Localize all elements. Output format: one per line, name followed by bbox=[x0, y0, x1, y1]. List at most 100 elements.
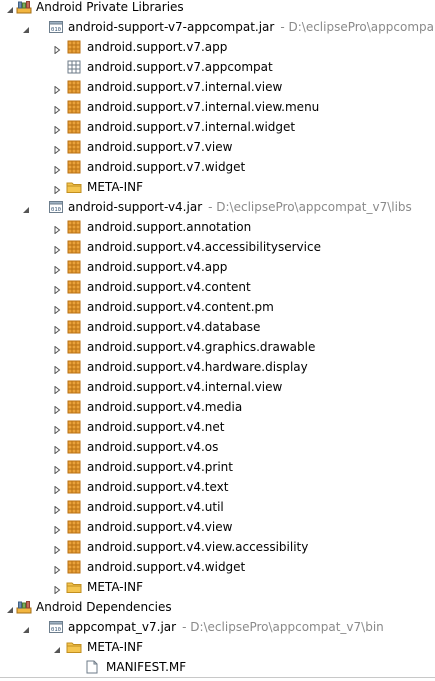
tree-item-folder[interactable]: META-INF bbox=[0, 637, 435, 657]
tree-item-folder[interactable]: META-INF bbox=[0, 577, 435, 597]
tree-item-package[interactable]: android.support.v4.accessibilityservice bbox=[0, 237, 435, 257]
collapsed-arrow-icon[interactable] bbox=[53, 263, 61, 275]
tree-item-package[interactable]: android.support.v4.widget bbox=[0, 557, 435, 577]
collapsed-arrow-icon[interactable] bbox=[53, 363, 61, 375]
tree-item-library[interactable]: Android Private Libraries bbox=[0, 0, 435, 17]
tree-item-package[interactable]: android.support.v4.os bbox=[0, 437, 435, 457]
collapsed-arrow-icon[interactable] bbox=[53, 183, 61, 195]
tree-item-package[interactable]: android.support.v4.print bbox=[0, 457, 435, 477]
expanded-arrow-icon[interactable] bbox=[6, 3, 14, 13]
collapsed-arrow-icon[interactable] bbox=[53, 103, 61, 115]
tree-item-label-wrap: android.support.v4.util bbox=[87, 499, 224, 515]
tree-item-package[interactable]: android.support.v7.internal.view bbox=[0, 77, 435, 97]
expanded-arrow-icon[interactable] bbox=[22, 203, 30, 213]
tree-item-package[interactable]: android.support.v7.app bbox=[0, 37, 435, 57]
collapsed-arrow-icon[interactable] bbox=[53, 483, 61, 495]
tree-bottom-edge bbox=[0, 677, 435, 678]
tree-item-label: appcompat_v7.jar bbox=[68, 620, 177, 634]
tree-item-label: android.support.v4.util bbox=[87, 500, 224, 514]
package-icon bbox=[66, 140, 82, 154]
tree-item-label-wrap: android.support.v4.view.accessibility bbox=[87, 539, 308, 555]
tree-item-label-wrap: android.support.v4.view bbox=[87, 519, 232, 535]
tree-item-label: android.support.v4.hardware.display bbox=[87, 360, 308, 374]
tree-item-label: android-support-v4.jar bbox=[68, 200, 203, 214]
collapsed-arrow-icon[interactable] bbox=[53, 323, 61, 335]
tree-item-label-wrap: android.support.v4.content bbox=[87, 279, 251, 295]
tree-item-jar[interactable]: 010 android-support-v7-appcompat.jar - D:\… bbox=[0, 17, 435, 37]
tree-item-package[interactable]: android.support.v4.database bbox=[0, 317, 435, 337]
collapsed-arrow-icon[interactable] bbox=[53, 583, 61, 595]
tree-item-package[interactable]: android.support.v4.content bbox=[0, 277, 435, 297]
tree-item-label-wrap: android.support.v4.internal.view bbox=[87, 379, 282, 395]
tree-item-label: Android Private Libraries bbox=[36, 0, 184, 14]
package-icon bbox=[66, 260, 82, 274]
collapsed-arrow-icon[interactable] bbox=[53, 383, 61, 395]
tree-item-package[interactable]: android.support.v7.view bbox=[0, 137, 435, 157]
tree-item-package[interactable]: android.support.v4.content.pm bbox=[0, 297, 435, 317]
collapsed-arrow-icon[interactable] bbox=[53, 423, 61, 435]
tree-item-label: android.support.v4.view.accessibility bbox=[87, 540, 309, 554]
tree-item-package[interactable]: android.support.v4.view bbox=[0, 517, 435, 537]
collapsed-arrow-icon[interactable] bbox=[53, 403, 61, 415]
collapsed-arrow-icon[interactable] bbox=[53, 443, 61, 455]
tree-item-package[interactable]: android.support.v4.view.accessibility bbox=[0, 537, 435, 557]
tree-item-package[interactable]: android.support.v4.text bbox=[0, 477, 435, 497]
collapsed-arrow-icon[interactable] bbox=[53, 83, 61, 95]
tree-item-empty-package[interactable]: android.support.v7.appcompat bbox=[0, 57, 435, 77]
tree-item-label: android.support.v4.content bbox=[87, 280, 251, 294]
tree-item-jar[interactable]: 010 appcompat_v7.jar - D:\eclipsePro\appco… bbox=[0, 617, 435, 637]
tree-item-package[interactable]: android.support.v4.net bbox=[0, 417, 435, 437]
collapsed-arrow-icon[interactable] bbox=[53, 283, 61, 295]
package-icon bbox=[66, 340, 82, 354]
expanded-arrow-icon[interactable] bbox=[53, 643, 61, 653]
tree-item-file[interactable]: MANIFEST.MF bbox=[0, 657, 435, 677]
tree-item-label: android.support.v4.content.pm bbox=[87, 300, 274, 314]
tree-item-label: android.support.v4.app bbox=[87, 260, 228, 274]
tree-item-package[interactable]: android.support.v4.media bbox=[0, 397, 435, 417]
folder-icon bbox=[66, 580, 82, 594]
collapsed-arrow-icon[interactable] bbox=[53, 543, 61, 555]
expanded-arrow-icon[interactable] bbox=[6, 603, 14, 613]
package-icon bbox=[66, 420, 82, 434]
collapsed-arrow-icon[interactable] bbox=[53, 523, 61, 535]
svg-text:010: 010 bbox=[51, 27, 61, 33]
collapsed-arrow-icon[interactable] bbox=[53, 463, 61, 475]
tree-item-label: android.support.v4.accessibilityservice bbox=[87, 240, 321, 254]
collapsed-arrow-icon[interactable] bbox=[53, 163, 61, 175]
expanded-arrow-icon[interactable] bbox=[22, 623, 30, 633]
tree-item-label: android.support.v4.media bbox=[87, 400, 243, 414]
collapsed-arrow-icon[interactable] bbox=[53, 503, 61, 515]
tree-item-package[interactable]: android.support.v7.widget bbox=[0, 157, 435, 177]
tree-item-package[interactable]: android.support.v7.internal.view.menu bbox=[0, 97, 435, 117]
collapsed-arrow-icon[interactable] bbox=[53, 243, 61, 255]
tree-item-label-wrap: android.support.v4.text bbox=[87, 479, 228, 495]
collapsed-arrow-icon[interactable] bbox=[53, 563, 61, 575]
tree-item-label: android.support.v7.app bbox=[87, 40, 228, 54]
collapsed-arrow-icon[interactable] bbox=[53, 43, 61, 55]
package-icon bbox=[66, 240, 82, 254]
tree-item-package[interactable]: android.support.v4.util bbox=[0, 497, 435, 517]
tree-item-label: android.support.v4.os bbox=[87, 440, 219, 454]
tree-item-package[interactable]: android.support.v4.internal.view bbox=[0, 377, 435, 397]
tree-item-package[interactable]: android.support.v4.app bbox=[0, 257, 435, 277]
collapsed-arrow-icon[interactable] bbox=[53, 343, 61, 355]
tree-item-label: android.support.v4.internal.view bbox=[87, 380, 283, 394]
tree-item-label-wrap: META-INF bbox=[87, 639, 143, 655]
tree-item-package[interactable]: android.support.annotation bbox=[0, 217, 435, 237]
tree-item-label: android.support.v4.database bbox=[87, 320, 261, 334]
tree-item-library[interactable]: Android Dependencies bbox=[0, 597, 435, 617]
tree-item-package[interactable]: android.support.v7.internal.widget bbox=[0, 117, 435, 137]
collapsed-arrow-icon[interactable] bbox=[53, 143, 61, 155]
collapsed-arrow-icon[interactable] bbox=[53, 223, 61, 235]
tree-item-location: - D:\eclipsePro\appcompat_v7\libs bbox=[208, 200, 412, 214]
tree-item-jar[interactable]: 010 android-support-v4.jar - D:\eclipsePro… bbox=[0, 197, 435, 217]
file-icon bbox=[84, 660, 100, 674]
expanded-arrow-icon[interactable] bbox=[22, 23, 30, 33]
tree-item-package[interactable]: android.support.v4.hardware.display bbox=[0, 357, 435, 377]
collapsed-arrow-icon[interactable] bbox=[53, 303, 61, 315]
collapsed-arrow-icon[interactable] bbox=[53, 123, 61, 135]
package-icon bbox=[66, 220, 82, 234]
tree-item-package[interactable]: android.support.v4.graphics.drawable bbox=[0, 337, 435, 357]
tree-item-folder[interactable]: META-INF bbox=[0, 177, 435, 197]
svg-text:010: 010 bbox=[51, 627, 61, 633]
